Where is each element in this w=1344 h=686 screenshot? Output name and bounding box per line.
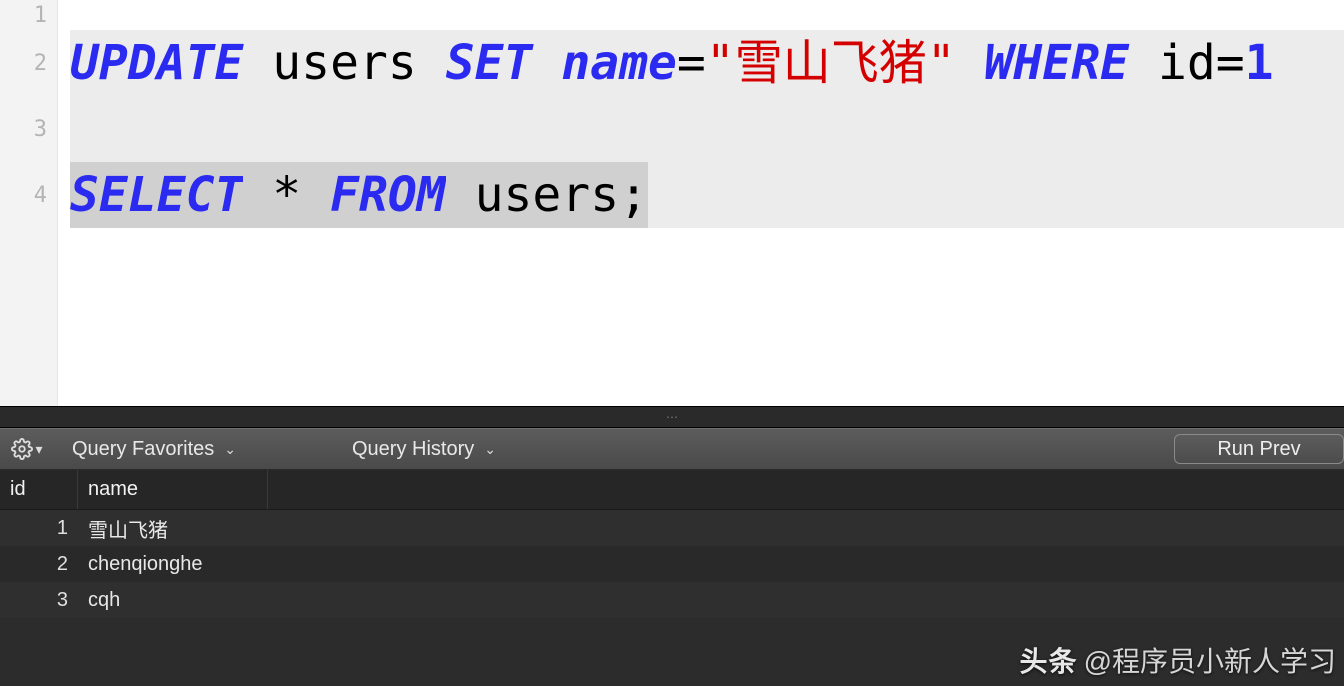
token-kw: WHERE	[985, 30, 1130, 96]
token-kw: SELECT	[70, 162, 243, 228]
cell-id: 2	[0, 553, 78, 576]
pane-splitter[interactable]: ⋯	[0, 406, 1344, 428]
code-line[interactable]	[70, 96, 1344, 162]
token-sp	[532, 30, 561, 96]
token-sp	[417, 30, 446, 96]
token-punct: =	[677, 30, 706, 96]
cell-id: 1	[0, 517, 78, 540]
sql-editor[interactable]: 1234 UPDATE users SET name="雪山飞猪" WHERE …	[0, 0, 1344, 406]
code-line[interactable]	[70, 0, 1344, 30]
cell-name: cqh	[78, 589, 1344, 612]
token-sp	[446, 162, 475, 228]
line-number: 1	[0, 0, 57, 30]
token-kw: UPDATE	[70, 30, 243, 96]
results-body: 1雪山飞猪2chenqionghe3cqh	[0, 510, 1344, 618]
results-header-row: id name	[0, 470, 1344, 510]
column-header-id[interactable]: id	[0, 470, 78, 509]
line-number: 4	[0, 162, 57, 228]
token-ident: users	[475, 162, 620, 228]
chevron-down-icon: ⌄	[484, 441, 496, 458]
token-ident: users	[272, 30, 417, 96]
token-sp	[243, 30, 272, 96]
table-row[interactable]: 1雪山飞猪	[0, 510, 1344, 546]
run-button-label: Run Prev	[1217, 438, 1300, 461]
query-favorites-dropdown[interactable]: Query Favorites ⌄	[54, 429, 272, 469]
grip-icon: ⋯	[666, 410, 678, 424]
cell-name: 雪山飞猪	[78, 514, 1344, 543]
settings-button[interactable]: ▾	[0, 429, 54, 469]
token-sp	[243, 162, 272, 228]
line-number: 3	[0, 96, 57, 162]
token-num: 1	[1245, 30, 1274, 96]
line-number-gutter: 1234	[0, 0, 58, 406]
token-punct: =	[1216, 30, 1245, 96]
code-area[interactable]: UPDATE users SET name="雪山飞猪" WHERE id=1S…	[58, 0, 1344, 406]
query-favorites-label: Query Favorites	[72, 438, 214, 461]
column-header-spacer	[268, 470, 1344, 509]
token-punct: *	[272, 162, 301, 228]
chevron-down-icon: ⌄	[224, 441, 236, 458]
column-header-name[interactable]: name	[78, 470, 268, 509]
table-row[interactable]: 3cqh	[0, 582, 1344, 618]
run-previous-button[interactable]: Run Prev	[1174, 434, 1344, 464]
code-line[interactable]: SELECT * FROM users;	[70, 162, 1344, 228]
cell-name: chenqionghe	[78, 553, 1344, 576]
gear-icon	[11, 438, 33, 460]
cell-id: 3	[0, 589, 78, 612]
query-toolbar: ▾ Query Favorites ⌄ Query History ⌄ Run …	[0, 428, 1344, 470]
token-sp	[1129, 30, 1158, 96]
query-history-label: Query History	[352, 438, 474, 461]
chevron-down-icon: ▾	[35, 441, 42, 458]
token-sp	[956, 30, 985, 96]
token-sp	[301, 162, 330, 228]
token-kw: SET	[446, 30, 533, 96]
table-row[interactable]: 2chenqionghe	[0, 546, 1344, 582]
token-str: "雪山飞猪"	[706, 30, 956, 96]
results-pane: id name 1雪山飞猪2chenqionghe3cqh	[0, 470, 1344, 686]
code-line[interactable]: UPDATE users SET name="雪山飞猪" WHERE id=1	[70, 30, 1344, 96]
line-number: 2	[0, 30, 57, 96]
token-ident: id	[1158, 30, 1216, 96]
token-kw: FROM	[330, 162, 446, 228]
query-history-dropdown[interactable]: Query History ⌄	[272, 429, 532, 469]
token-kw: name	[561, 30, 677, 96]
token-punct: ;	[619, 162, 648, 228]
